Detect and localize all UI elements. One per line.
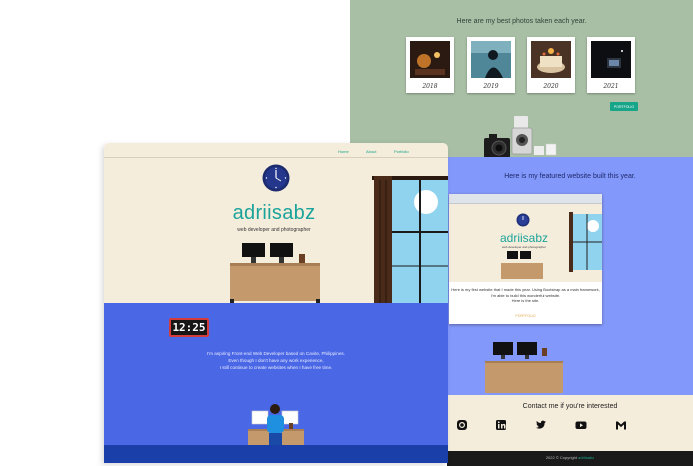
wall-clock-icon	[262, 164, 290, 192]
featured-website-section: Here is my featured website built this y…	[447, 157, 693, 395]
desk-monitors-illustration	[485, 342, 563, 393]
portfolio-button[interactable]: PORTFOLIO	[610, 102, 638, 111]
screenshot-canvas: Here are my best photos taken each year.…	[0, 0, 693, 466]
hero-tagline: web developer and photographer	[237, 227, 311, 233]
featured-title: Here is my featured website built this y…	[504, 173, 636, 180]
contact-section: Contact me if you're interested	[447, 395, 693, 451]
digital-clock: 12:25	[169, 318, 209, 337]
about-line: Even though I don't have any work experi…	[228, 358, 324, 363]
photo-year: 2018	[422, 83, 438, 90]
nav-home[interactable]: Home	[338, 149, 349, 154]
photo-card-2018[interactable]: 2018	[406, 37, 454, 93]
photo-year: 2019	[483, 83, 499, 90]
photo-2020	[531, 41, 571, 78]
photo-year: 2021	[603, 83, 619, 90]
gmail-icon[interactable]	[615, 419, 627, 431]
preview-site-hero: adriisabz web developer and photographer	[449, 204, 602, 282]
about-line: I still continue to create websites when…	[219, 365, 333, 370]
twitter-icon[interactable]	[535, 419, 547, 431]
window-curtain-illustration	[372, 176, 448, 303]
preview-description-line: Here is my first website that I made thi…	[451, 287, 600, 292]
about-text: I'm aspiring Front-end Web Developer bas…	[164, 350, 388, 371]
photo-year: 2020	[543, 83, 559, 90]
preview-desk-illustration	[501, 251, 543, 279]
preview-portfolio-link[interactable]: PORTFOLIO	[449, 314, 602, 318]
photo-card-2020[interactable]: 2020	[527, 37, 575, 93]
footer-copyright-prefix: 2022 © Copyright	[545, 455, 578, 460]
hero-brand-name: adriisabz	[232, 202, 316, 224]
floor	[104, 445, 448, 463]
linkedin-icon[interactable]	[495, 419, 507, 431]
hero-top: Home About Portfolio adriisabz web devel…	[104, 143, 448, 303]
nav-divider	[104, 157, 448, 158]
youtube-icon[interactable]	[575, 419, 587, 431]
preview-clock-icon	[516, 213, 530, 227]
instagram-icon[interactable]	[456, 419, 468, 431]
photo-card-2021[interactable]: 2021	[587, 37, 635, 93]
photo-2021	[591, 41, 631, 78]
preview-brand: adriisabz	[499, 231, 549, 245]
contact-title: Contact me if you're interested	[522, 403, 618, 410]
photos-title: Here are my best photos taken each year.	[456, 18, 587, 25]
preview-subtitle: web developer and photographer	[501, 245, 547, 249]
browser-chrome	[449, 194, 602, 204]
footer: 2022 © Copyright adriisabz	[447, 451, 693, 466]
nav-about[interactable]: About	[366, 149, 376, 154]
website-preview-screenshot[interactable]: adriisabz web developer and photographer…	[449, 194, 602, 324]
hero-desk-illustration	[230, 243, 320, 303]
about-section: 12:25 I'm aspiring Front-end Web Develop…	[104, 303, 448, 463]
preview-description-line: Here is the site.	[511, 298, 540, 303]
preview-window-illustration	[569, 212, 602, 272]
cameras-illustration	[484, 116, 557, 158]
preview-description: Here is my first website that I made thi…	[449, 287, 602, 304]
hero-window: Home About Portfolio adriisabz web devel…	[104, 143, 448, 463]
nav-portfolio[interactable]: Portfolio	[394, 149, 409, 154]
footer-brand-link[interactable]: adriisabz	[578, 455, 594, 460]
photo-card-2019[interactable]: 2019	[467, 37, 515, 93]
photo-2019	[471, 41, 511, 78]
about-line: I'm aspiring Front-end Web Developer bas…	[207, 351, 345, 356]
photo-2018	[410, 41, 450, 78]
footer-copyright: 2022 © Copyright adriisabz	[447, 455, 693, 460]
